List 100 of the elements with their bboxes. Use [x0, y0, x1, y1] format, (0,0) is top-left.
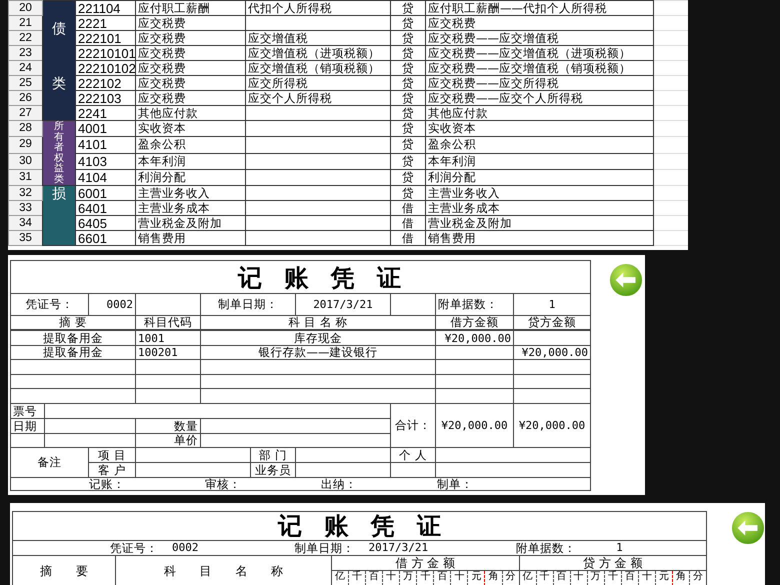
table-cell: 主营业务收入 [426, 186, 654, 200]
table-cell: ¥20,000.00 [436, 331, 514, 346]
unit-label: 亿 [520, 571, 537, 585]
unit-label: 万 [588, 571, 605, 585]
table-cell: 营业税金及附加 [136, 216, 246, 230]
table-cell: 0002 [89, 294, 136, 316]
row-number: 33 [8, 200, 42, 216]
table-cell: 代扣个人所得税 [246, 0, 390, 16]
row-number: 20 [8, 0, 42, 16]
unit-label: 千 [536, 571, 554, 585]
table-cell: 应交增值税 [246, 30, 390, 46]
empty-cell [654, 0, 688, 16]
field-label: 票号 [11, 404, 45, 419]
table-cell: 应交增值税（销项税额） [246, 60, 390, 76]
table-cell: 贷 [390, 76, 426, 90]
table-cell: 应付职工薪酬 [136, 0, 246, 16]
row-number: 34 [8, 216, 42, 230]
table-cell: 本年利润 [426, 153, 654, 170]
table-cell: 应交税费——应交增值税（销项税额） [426, 60, 654, 76]
table-cell: 222102 [76, 76, 136, 90]
table-cell: 贷 [390, 30, 426, 46]
table-cell: 银行存款——建设银行 [201, 346, 436, 360]
table-cell: 借 [390, 216, 426, 230]
row-number: 24 [8, 60, 42, 76]
table-cell: 贷 [390, 169, 426, 186]
category-label: 所有者权益类 [54, 122, 64, 185]
table-cell: 贷 [390, 153, 426, 170]
table-cell: 利润分配 [426, 169, 654, 186]
table-cell: 应交税费 [426, 16, 654, 30]
table-cell: 应交税费 [136, 90, 246, 106]
row-number: 23 [8, 46, 42, 60]
table-cell: ¥20,000.00 [514, 346, 591, 360]
table-cell: 提取备用金 [11, 346, 136, 360]
row-number: 21 [8, 16, 42, 30]
table-cell: 4104 [76, 169, 136, 186]
row-number: 31 [8, 169, 42, 186]
table-cell: 库存现金 [201, 331, 436, 346]
table-cell: 其他应付款 [136, 106, 246, 120]
table-cell: 主营业务成本 [426, 200, 654, 216]
field-label: 制单日期： [201, 294, 296, 316]
table-cell: 贷 [390, 136, 426, 153]
row-number: 35 [8, 230, 42, 246]
unit-label: 亿 [332, 571, 350, 585]
table-cell: 222103 [76, 90, 136, 106]
table-cell: 1001 [136, 331, 201, 346]
signature-label: 出纳： [321, 478, 357, 490]
table-cell: 贷 [390, 106, 426, 120]
table-cell: 贷 [390, 186, 426, 200]
unit-label: 十 [451, 571, 468, 585]
field-label: 项 目 [89, 448, 136, 463]
table-cell: 主营业务收入 [136, 186, 246, 200]
table-cell: 实收资本 [426, 120, 654, 137]
table-cell: 应交税费——应交增值税（进项税额） [426, 46, 654, 60]
unit-label: 角 [485, 571, 502, 585]
field-label: 单价 [136, 434, 201, 448]
table-cell: 销售费用 [426, 230, 654, 246]
column-header: 摘 要 [11, 316, 136, 331]
table-cell: 应交所得税 [246, 76, 390, 90]
unit-label: 元 [656, 571, 673, 585]
table-cell: 贷 [390, 16, 426, 30]
unit-label: 百 [366, 571, 384, 585]
table-cell: 本年利润 [136, 153, 246, 170]
row-number: 27 [8, 106, 42, 120]
table-cell: 4001 [76, 120, 136, 137]
table-cell: 贷 [390, 120, 426, 137]
field-label: 个 人 [391, 448, 436, 463]
arrow-left-icon[interactable] [609, 263, 643, 297]
field-label: 附单据数： [436, 294, 514, 316]
table-cell: 利润分配 [136, 169, 246, 186]
table-cell: 1 [514, 294, 591, 316]
row-number: 32 [8, 186, 42, 200]
table-cell: 销售费用 [136, 230, 246, 246]
table-cell: 4103 [76, 153, 136, 170]
table-cell: 实收资本 [136, 120, 246, 137]
row-number: 26 [8, 90, 42, 106]
table-cell: 2221 [76, 16, 136, 30]
unit-label: 百 [622, 571, 639, 585]
table-cell: 提取备用金 [11, 331, 136, 346]
table-cell: 应交税费——应交个人所得税 [426, 90, 654, 106]
field-label: 合计： [391, 404, 436, 448]
field-label: 数量 [136, 419, 201, 434]
field-label: 备注 [11, 448, 89, 478]
table-cell: 应交增值税（进项税额） [246, 46, 390, 60]
arrow-left-icon[interactable] [731, 511, 765, 545]
unit-label: 元 [468, 571, 486, 585]
column-header: 科 目 名 称 [116, 556, 332, 585]
table-cell: ¥20,000.00 [436, 404, 514, 448]
voucher-title: 记 账 凭 证 [11, 261, 591, 294]
field-value: 1 [616, 541, 623, 555]
field-label: 附单据数： [516, 541, 576, 555]
signature-label: 制单： [437, 478, 473, 490]
table-cell: 借 [390, 230, 426, 246]
table-cell: 借 [390, 200, 426, 216]
table-cell: 贷 [390, 90, 426, 106]
column-header: 摘 要 [13, 556, 116, 585]
table-cell: 应交税费 [136, 30, 246, 46]
category-label: 债 [52, 22, 66, 38]
table-cell: 盈余公积 [136, 136, 246, 153]
empty-cell [136, 360, 201, 375]
unit-label: 十 [638, 571, 656, 585]
